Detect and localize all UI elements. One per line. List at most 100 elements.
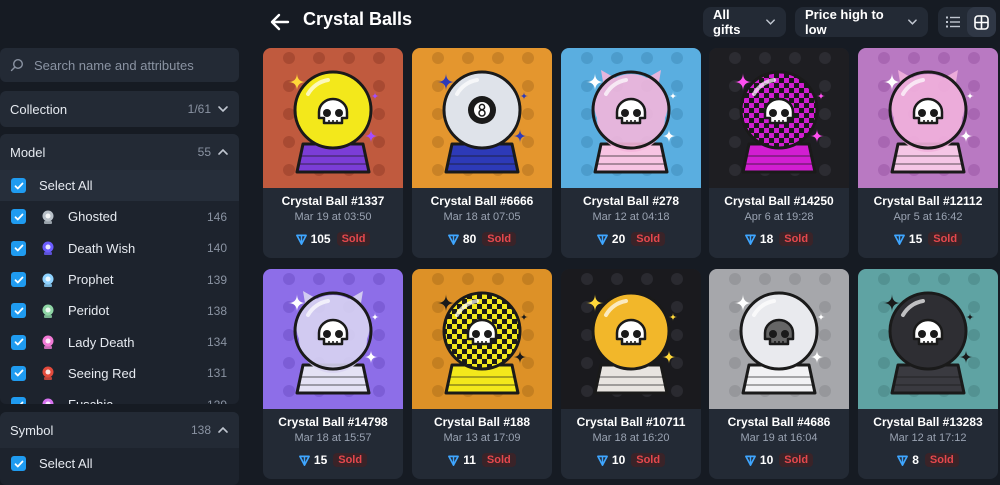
price-value: 10 [611,453,626,467]
gift-price: 10 Sold [561,453,701,467]
model-header[interactable]: Model 55 [0,134,239,170]
gift-card[interactable]: Crystal Ball #188 Mar 13 at 17:09 11 Sold [412,269,552,479]
checkbox[interactable] [11,456,26,472]
symbol-header[interactable]: Symbol 138 [0,412,239,448]
checkbox[interactable] [11,397,26,404]
gift-date: Apr 5 at 16:42 [893,211,963,223]
gift-price: 11 Sold [412,453,552,467]
model-option[interactable]: Death Wish 140 [0,233,239,264]
collection-filter: Collection 1/61 [0,91,239,127]
checkbox[interactable] [11,272,26,288]
crystal-ball-icon [42,241,54,256]
model-option-count: 146 [206,209,227,224]
gift-date: Mar 19 at 03:50 [294,211,372,223]
checkbox[interactable] [11,209,26,225]
gift-date: Mar 12 at 04:18 [592,211,670,223]
back-arrow-icon[interactable] [268,10,292,34]
gift-image [561,48,701,188]
model-option[interactable]: Ghosted 146 [0,201,239,232]
gift-image [709,269,849,409]
gift-card[interactable]: Crystal Ball #14798 Mar 18 at 15:57 15 Sold [263,269,403,479]
symbol-select-all[interactable]: Select All [0,448,239,479]
collection-header[interactable]: Collection 1/61 [0,91,239,127]
checkbox[interactable] [11,178,26,194]
crystal-ball-icon [42,273,54,287]
gift-card[interactable]: Crystal Ball #10711 Mar 18 at 16:20 10 Sold [561,269,701,479]
gift-card[interactable]: Crystal Ball #13283 Mar 12 at 17:12 8 Sold [858,269,998,479]
price-value: 11 [463,453,476,467]
chevron-down-icon [908,19,917,25]
gift-date: Mar 19 at 16:04 [740,432,818,444]
gift-price: 20 Sold [561,232,701,246]
model-option-label: Seeing Red [68,365,136,381]
ton-icon [744,455,756,466]
top-bar: Crystal Balls All gifts Price high to lo… [0,0,1000,44]
gift-price: 80 Sold [412,232,552,246]
model-filter: Model 55 Select All Ghosted 146 Death Wish… [0,134,239,404]
gift-price: 18 Sold [709,232,849,246]
model-option[interactable]: Lady Death 134 [0,326,239,357]
list-view-button[interactable] [938,7,967,37]
model-select-all[interactable]: Select All [0,170,239,202]
ton-icon [897,455,909,466]
gift-image [561,269,701,409]
gift-date: Apr 6 at 19:28 [744,211,814,223]
sold-badge: Sold [779,453,814,467]
gift-card[interactable]: Crystal Ball #6666 Mar 18 at 07:05 80 Sold [412,48,552,258]
gift-card[interactable]: Crystal Ball #12112 Apr 5 at 16:42 15 Sold [858,48,998,258]
gift-date: Mar 18 at 07:05 [443,211,521,223]
sold-badge: Sold [631,232,666,246]
model-label: Model [10,144,46,160]
chevron-up-icon [218,426,228,433]
symbol-filter: Symbol 138 Select All [0,412,239,485]
gift-date: Mar 12 at 17:12 [889,432,967,444]
model-option[interactable]: Fuschia129 [0,389,239,404]
collection-label: Collection [10,101,68,117]
crystal-ball-artwork [263,48,403,188]
crystal-ball-icon [42,366,54,381]
checkbox[interactable] [11,334,26,350]
gift-image [858,269,998,409]
gift-date: Mar 18 at 16:20 [592,432,670,444]
ton-icon [596,455,608,466]
sold-badge: Sold [631,453,666,467]
symbol-label: Symbol [10,422,54,438]
sold-badge: Sold [336,232,371,246]
search-input[interactable] [34,57,224,73]
price-value: 18 [759,232,774,246]
gift-filter-dropdown[interactable]: All gifts [703,7,786,37]
checkbox[interactable] [11,240,26,256]
page-title: Crystal Balls [303,9,413,29]
crystal-ball-icon [42,304,54,318]
model-option[interactable]: Peridot 138 [0,295,239,326]
crystal-ball-artwork [858,269,998,409]
price-value: 10 [759,453,774,467]
gift-name: Crystal Ball #278 [582,194,680,208]
price-value: 105 [310,232,331,246]
gift-card[interactable]: Crystal Ball #1337 Mar 19 at 03:50 105 Sold [263,48,403,258]
gift-name: Crystal Ball #14798 [278,415,388,429]
gift-card[interactable]: Crystal Ball #278 Mar 12 at 04:18 20 Sold [561,48,701,258]
grid-view-button[interactable] [967,7,996,37]
model-option[interactable]: Prophet 139 [0,264,239,295]
collection-count: 1/61 [187,102,211,116]
gift-date: Mar 13 at 17:09 [443,432,521,444]
search-box [0,48,239,82]
model-option[interactable]: Seeing Red 131 [0,358,239,389]
crystal-ball-icon [42,398,54,404]
checkbox[interactable] [11,303,26,319]
crystal-ball-artwork [709,48,849,188]
gift-price: 15 Sold [858,232,998,246]
sort-dropdown[interactable]: Price high to low [795,7,928,37]
gift-name: Crystal Ball #14250 [724,194,834,208]
gift-price: 10 Sold [709,453,849,467]
view-toggle [938,7,996,37]
checkbox[interactable] [11,365,26,381]
model-option-label: Peridot [68,303,110,319]
sold-badge: Sold [779,232,814,246]
gift-filter-label: All gifts [713,7,741,37]
model-option-count: 134 [206,335,227,350]
symbol-count: 138 [190,423,211,437]
gift-card[interactable]: Crystal Ball #4686 Mar 19 at 16:04 10 Sold [709,269,849,479]
gift-card[interactable]: Crystal Ball #14250 Apr 6 at 19:28 18 Sold [709,48,849,258]
